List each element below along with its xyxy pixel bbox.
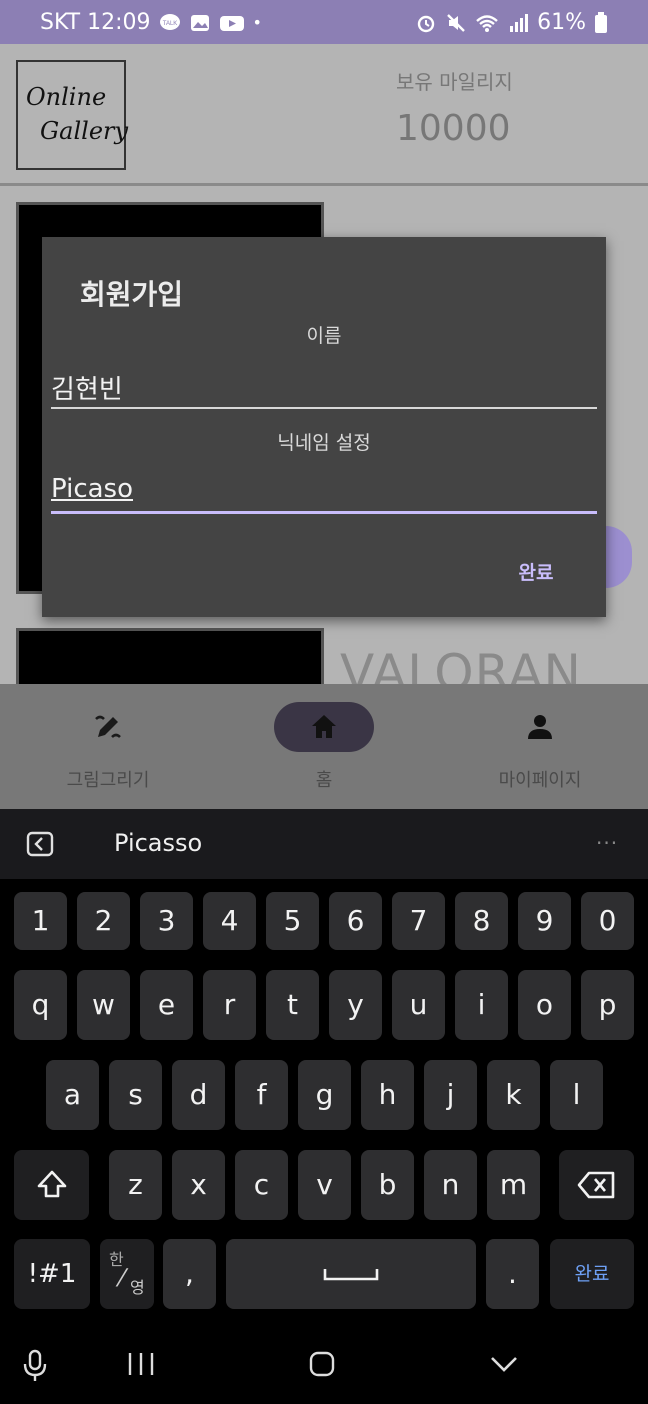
key-o[interactable]: o — [518, 970, 571, 1040]
nickname-value: Picaso — [51, 474, 134, 504]
key-y[interactable]: y — [329, 970, 382, 1040]
language-key[interactable]: 한 ⁄ 영 — [100, 1239, 154, 1309]
nav-label-mypage: 마이페이지 — [498, 770, 582, 791]
lang-english-label: 영 — [130, 1278, 145, 1297]
home-button-icon[interactable] — [308, 1349, 336, 1379]
nickname-label: 닉네임 설정 — [277, 432, 371, 454]
gallery-icon — [190, 14, 209, 31]
key-j[interactable]: j — [424, 1060, 477, 1130]
lang-slash: ⁄ — [120, 1264, 125, 1292]
status-bar: SKT 12:09 TALK • 61% — [0, 0, 648, 44]
bottom-navigation: 그림그리기 홈 마이페이지 — [0, 684, 648, 809]
wifi-icon — [476, 14, 498, 32]
symbols-key[interactable]: !#1 — [14, 1239, 90, 1309]
system-navigation-bar — [0, 1321, 648, 1404]
nickname-field[interactable]: Picaso — [51, 470, 597, 514]
key-f[interactable]: f — [235, 1060, 288, 1130]
notification-dot: • — [252, 13, 262, 32]
key-8[interactable]: 8 — [455, 892, 508, 950]
draw-icon — [95, 715, 121, 738]
nav-label-draw: 그림그리기 — [66, 770, 150, 791]
key-t[interactable]: t — [266, 970, 319, 1040]
comma-key[interactable]: , — [163, 1239, 216, 1309]
collapse-toolbar-icon[interactable] — [26, 831, 54, 857]
nav-item-mypage[interactable]: 마이페이지 — [432, 684, 648, 809]
name-field[interactable]: 김현빈 — [51, 365, 597, 409]
key-4[interactable]: 4 — [203, 892, 256, 950]
space-key[interactable] — [226, 1239, 476, 1309]
keyboard-suggestion-bar: Picasso ··· — [0, 809, 648, 879]
shift-key[interactable] — [14, 1150, 89, 1220]
backspace-icon — [577, 1171, 614, 1199]
key-d[interactable]: d — [172, 1060, 225, 1130]
key-p[interactable]: p — [581, 970, 634, 1040]
key-2[interactable]: 2 — [77, 892, 130, 950]
nav-item-home[interactable]: 홈 — [216, 684, 432, 809]
key-h[interactable]: h — [361, 1060, 414, 1130]
key-s[interactable]: s — [109, 1060, 162, 1130]
backspace-key[interactable] — [559, 1150, 634, 1220]
key-9[interactable]: 9 — [518, 892, 571, 950]
mileage-value: 10000 — [396, 108, 511, 149]
key-0[interactable]: 0 — [581, 892, 634, 950]
signup-dialog: 회원가입 이름 김현빈 닉네임 설정 Picaso 완료 — [42, 237, 606, 617]
hide-keyboard-icon[interactable] — [488, 1349, 520, 1379]
svg-text:TALK: TALK — [162, 21, 177, 27]
card-title: VALORAN — [340, 644, 582, 684]
alarm-icon — [417, 15, 435, 32]
name-label: 이름 — [306, 325, 342, 347]
person-icon — [528, 715, 552, 739]
key-3[interactable]: 3 — [140, 892, 193, 950]
key-i[interactable]: i — [455, 970, 508, 1040]
key-e[interactable]: e — [140, 970, 193, 1040]
key-l[interactable]: l — [550, 1060, 603, 1130]
key-b[interactable]: b — [361, 1150, 414, 1220]
key-k[interactable]: k — [487, 1060, 540, 1130]
key-5[interactable]: 5 — [266, 892, 319, 950]
talk-icon: TALK — [159, 13, 180, 30]
confirm-button[interactable]: 완료 — [498, 553, 574, 593]
key-7[interactable]: 7 — [392, 892, 445, 950]
key-v[interactable]: v — [298, 1150, 351, 1220]
nav-label-home: 홈 — [315, 770, 333, 791]
mute-icon — [447, 13, 465, 32]
period-key[interactable]: . — [486, 1239, 539, 1309]
key-6[interactable]: 6 — [329, 892, 382, 950]
key-z[interactable]: z — [109, 1150, 162, 1220]
logo-line-2: Gallery — [40, 117, 129, 145]
key-a[interactable]: a — [46, 1060, 99, 1130]
key-x[interactable]: x — [172, 1150, 225, 1220]
done-key[interactable]: 완료 — [550, 1239, 634, 1309]
mileage-label: 보유 마일리지 — [396, 70, 513, 94]
key-n[interactable]: n — [424, 1150, 477, 1220]
more-options-icon[interactable]: ··· — [596, 831, 618, 855]
battery-icon — [595, 11, 607, 33]
youtube-icon — [219, 15, 244, 31]
key-1[interactable]: 1 — [14, 892, 67, 950]
name-value: 김현빈 — [51, 375, 123, 405]
space-icon — [323, 1269, 379, 1281]
key-r[interactable]: r — [203, 970, 256, 1040]
logo-line-1: Online — [26, 83, 107, 111]
signal-icon — [510, 13, 529, 32]
recent-apps-icon[interactable] — [126, 1349, 156, 1379]
nav-item-draw[interactable]: 그림그리기 — [0, 684, 216, 809]
header-divider — [0, 183, 648, 186]
microphone-icon[interactable] — [22, 1349, 48, 1383]
app-logo: Online Gallery — [16, 60, 129, 170]
suggestion-word[interactable]: Picasso — [114, 829, 202, 857]
key-q[interactable]: q — [14, 970, 67, 1040]
carrier-time: SKT 12:09 — [40, 10, 151, 35]
shift-icon — [37, 1170, 66, 1198]
artwork-card[interactable] — [16, 628, 324, 684]
key-g[interactable]: g — [298, 1060, 351, 1130]
home-icon — [312, 715, 336, 738]
key-u[interactable]: u — [392, 970, 445, 1040]
key-w[interactable]: w — [77, 970, 130, 1040]
key-m[interactable]: m — [487, 1150, 540, 1220]
battery-percent: 61% — [537, 10, 586, 35]
dialog-title: 회원가입 — [80, 278, 184, 311]
key-c[interactable]: c — [235, 1150, 288, 1220]
keyboard: 1 2 3 4 5 6 7 8 9 0 q w e r t y u i o p … — [0, 879, 648, 1321]
